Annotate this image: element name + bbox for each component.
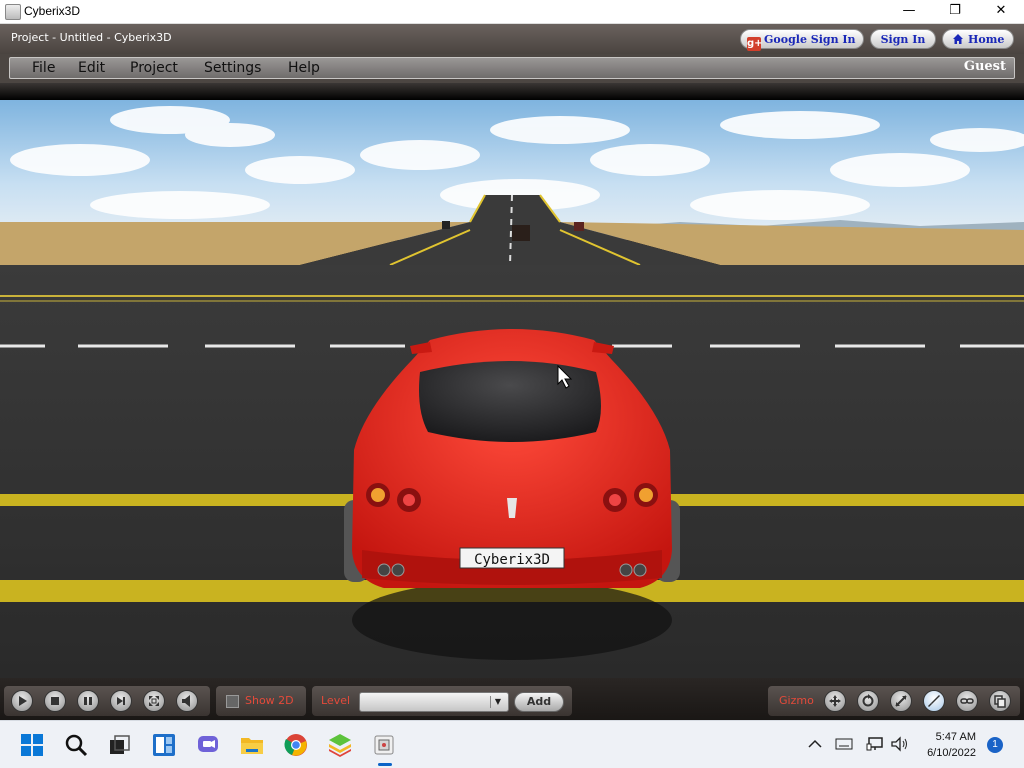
- project-title: Project - Untitled - Cyberix3D: [11, 31, 172, 44]
- network-icon[interactable]: [866, 736, 884, 752]
- copy-icon: [994, 695, 1006, 708]
- keyboard-icon[interactable]: [835, 738, 853, 750]
- stop-button[interactable]: [44, 690, 66, 712]
- brush-gizmo-button[interactable]: [923, 690, 945, 712]
- step-forward-button[interactable]: [110, 690, 132, 712]
- sign-in-button[interactable]: Sign In: [870, 29, 936, 49]
- scale-gizmo-button[interactable]: [890, 690, 912, 712]
- menu-edit[interactable]: Edit: [78, 60, 105, 76]
- cyberix3d-taskbar-icon[interactable]: [372, 733, 396, 757]
- car-rear-window: [419, 361, 601, 442]
- restore-button[interactable]: ❐: [932, 0, 978, 23]
- home-button[interactable]: Home: [942, 29, 1014, 49]
- playback-controls: [4, 686, 210, 716]
- level-select[interactable]: ▼: [359, 692, 509, 712]
- notification-badge[interactable]: 1: [987, 737, 1003, 753]
- google-plus-icon: g+: [747, 37, 763, 51]
- system-clock[interactable]: 5:47 AM 6/10/2022: [927, 729, 976, 761]
- window-titlebar: Cyberix3D — ❐ ✕: [0, 0, 1024, 24]
- bluestacks-icon[interactable]: [328, 733, 352, 757]
- fullscreen-button[interactable]: [143, 690, 165, 712]
- chevron-up-icon[interactable]: [808, 739, 822, 749]
- pause-button[interactable]: [77, 690, 99, 712]
- file-explorer-icon[interactable]: [240, 733, 264, 757]
- play-icon: [19, 696, 27, 706]
- step-forward-icon: [117, 697, 125, 705]
- sign-in-label: Sign In: [880, 33, 926, 46]
- link-icon: [960, 698, 974, 704]
- minimize-button[interactable]: —: [886, 0, 932, 23]
- level-label: Level: [321, 694, 351, 707]
- play-button[interactable]: [11, 690, 33, 712]
- menu-help[interactable]: Help: [288, 60, 320, 76]
- show2d-group: Show 2D: [216, 686, 306, 716]
- window-title: Cyberix3D: [24, 4, 81, 18]
- car-shadow: [352, 580, 672, 660]
- move-icon: [829, 695, 841, 707]
- app-icon: [5, 4, 21, 20]
- windows-start-icon[interactable]: [20, 733, 44, 757]
- sound-button[interactable]: [176, 690, 198, 712]
- copy-gizmo-button[interactable]: [989, 690, 1011, 712]
- stop-icon: [51, 697, 59, 705]
- menu-file[interactable]: File: [32, 60, 55, 76]
- volume-icon[interactable]: [890, 736, 910, 752]
- home-icon: [953, 34, 963, 44]
- user-name: Guest: [963, 59, 1006, 74]
- scale-icon: [895, 695, 907, 707]
- menu-area: File Edit Project Settings Help Guest: [0, 54, 1024, 83]
- chevron-down-icon: ▼: [490, 696, 505, 708]
- show-2d-label: Show 2D: [245, 694, 294, 707]
- add-level-label: Add: [526, 695, 552, 708]
- task-view-icon[interactable]: [108, 733, 132, 757]
- distant-box-left: [442, 221, 450, 229]
- header-shadow: [0, 83, 1024, 100]
- google-sign-in-label: Google Sign In: [764, 33, 856, 46]
- rotate-icon: [862, 694, 874, 707]
- rotate-gizmo-button[interactable]: [857, 690, 879, 712]
- show-2d-checkbox[interactable]: [226, 695, 239, 708]
- clock-time: 5:47 AM: [935, 731, 976, 743]
- fullscreen-icon: [149, 696, 159, 706]
- brush-icon: [928, 695, 940, 707]
- level-group: Level ▼ Add: [312, 686, 572, 716]
- pause-icon: [84, 697, 92, 705]
- chrome-icon[interactable]: [284, 733, 308, 757]
- distant-box-right: [574, 222, 584, 231]
- license-plate: Cyberix3D: [474, 552, 550, 568]
- menu-project[interactable]: Project: [130, 60, 178, 76]
- gizmo-label: Gizmo: [779, 694, 814, 707]
- google-sign-in-button[interactable]: g+Google Sign In: [740, 29, 864, 51]
- teams-chat-icon[interactable]: [196, 733, 220, 757]
- gizmo-group: Gizmo: [768, 686, 1020, 716]
- home-label: Home: [968, 33, 1005, 46]
- close-button[interactable]: ✕: [978, 0, 1024, 23]
- move-gizmo-button[interactable]: [824, 690, 846, 712]
- clock-date: 6/10/2022: [927, 747, 976, 759]
- link-gizmo-button[interactable]: [956, 690, 978, 712]
- search-icon[interactable]: [64, 733, 88, 757]
- windows-taskbar: 5:47 AM 6/10/2022 1: [0, 720, 1024, 768]
- widgets-icon[interactable]: [152, 733, 176, 757]
- 3d-viewport[interactable]: Cyberix3D: [0, 100, 1024, 678]
- scene-render: Cyberix3D: [0, 100, 1024, 678]
- add-level-button[interactable]: Add: [514, 692, 564, 712]
- distant-box: [512, 225, 530, 241]
- active-app-indicator: [378, 763, 392, 766]
- menu-settings[interactable]: Settings: [204, 60, 261, 76]
- menu-bar: File Edit Project Settings Help Guest: [9, 57, 1015, 79]
- speaker-icon: [182, 695, 190, 707]
- bottom-toolbar: Show 2D Level ▼ Add Gizmo: [0, 678, 1024, 720]
- app-header: Project - Untitled - Cyberix3D g+Google …: [0, 24, 1024, 54]
